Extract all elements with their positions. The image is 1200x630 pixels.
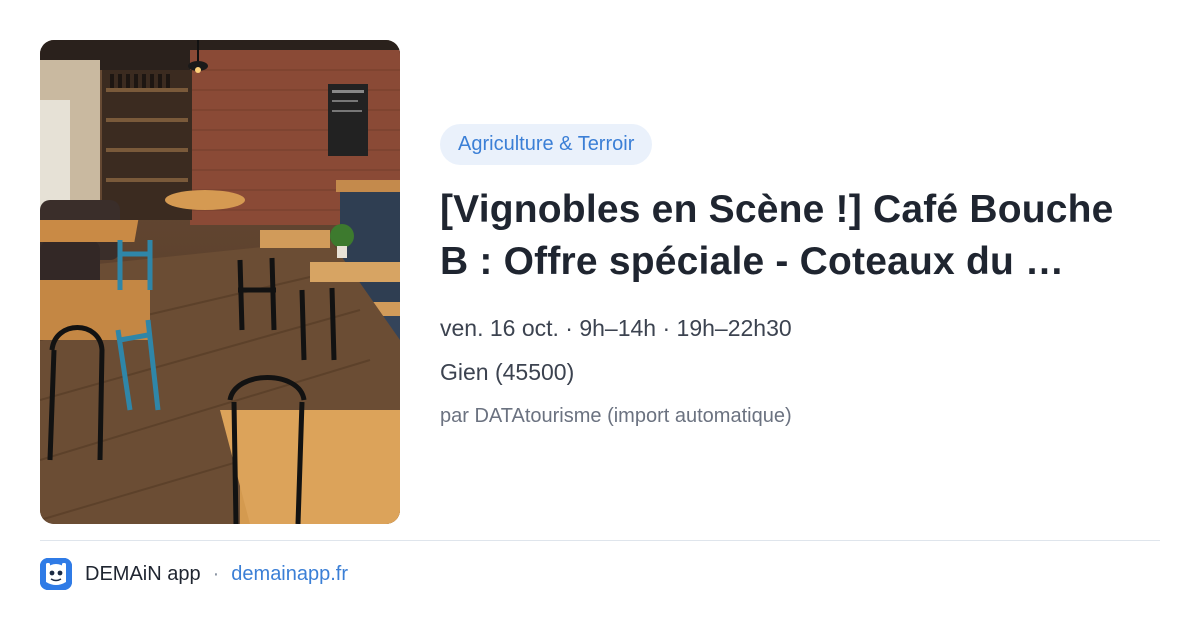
event-location: Gien (45500) — [440, 359, 575, 385]
app-name: DEMAiN app — [85, 562, 201, 585]
event-title-line-1: [Vignobles en Scène !] Café Bouche — [440, 188, 1114, 231]
site-link[interactable]: demainapp.fr — [231, 563, 348, 586]
event-photo — [40, 40, 400, 524]
footer-separator: · — [212, 562, 220, 585]
event-title[interactable]: [Vignobles en Scène !] Café Bouche B : O… — [440, 184, 1170, 288]
cafe-interior-illustration — [40, 40, 400, 524]
event-share-card: Agriculture & Terroir [Vignobles en Scèn… — [0, 0, 1200, 630]
footer-divider — [40, 540, 1160, 541]
footer: DEMAiN app · demainapp.fr — [40, 558, 348, 590]
event-source: par DATAtourisme (import automatique) — [440, 405, 792, 427]
demain-app-icon[interactable] — [40, 558, 72, 590]
category-tag[interactable]: Agriculture & Terroir — [440, 124, 653, 165]
event-date: ven. 16 oct. · 9h–14h · 19h–22h30 — [440, 315, 792, 341]
app-logo-glyph — [40, 558, 72, 590]
event-title-line-2: B : Offre spéciale - Coteaux du … — [440, 240, 1065, 283]
